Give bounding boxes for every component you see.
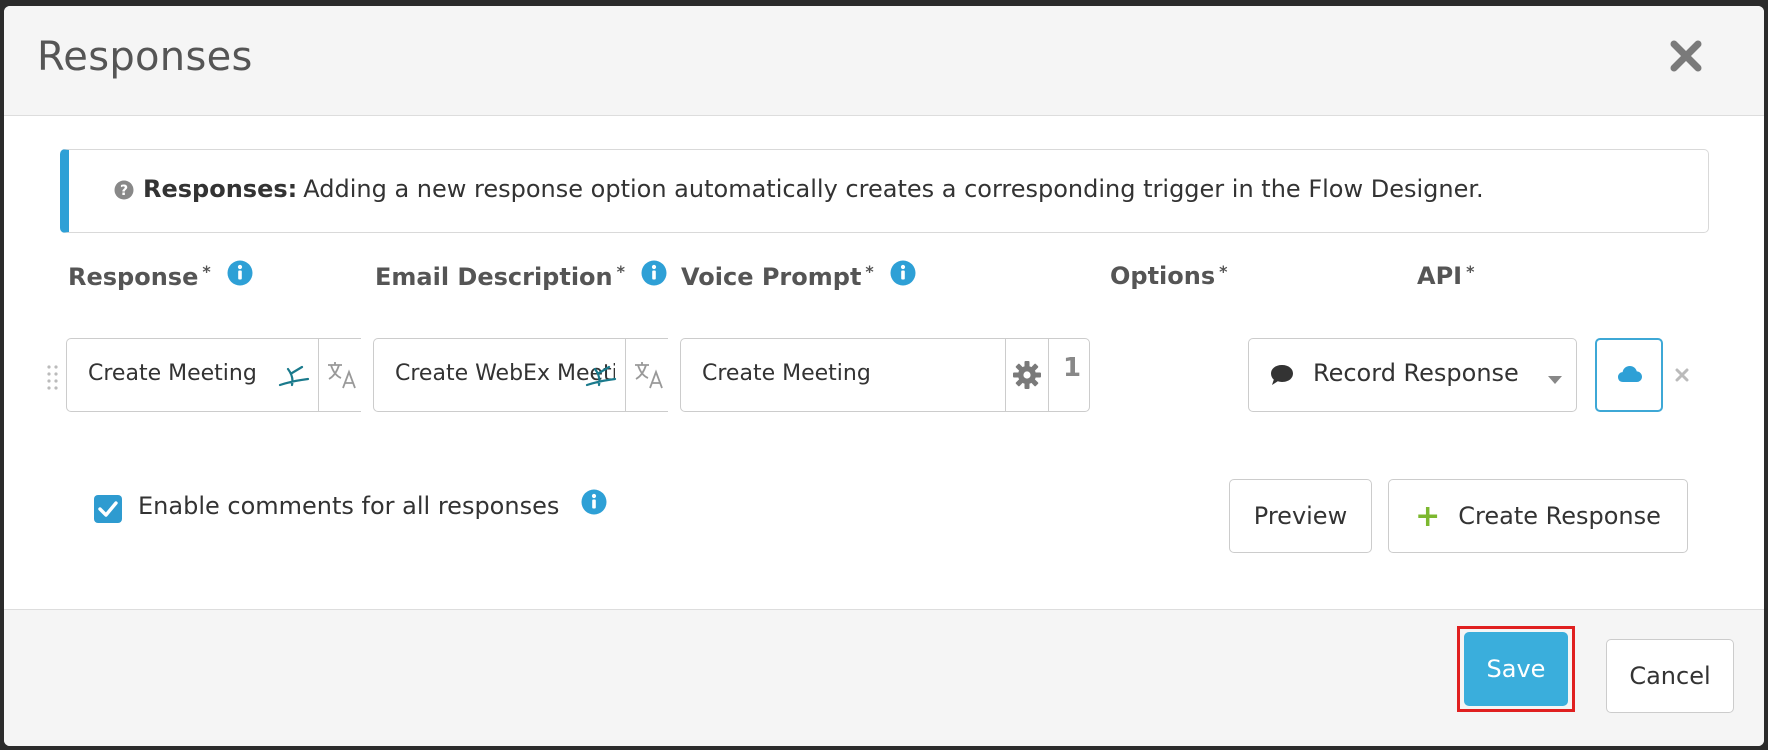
svg-text:?: ? (120, 183, 128, 199)
options-label: Options (1110, 262, 1216, 290)
spell-check-icon[interactable] (585, 361, 617, 393)
info-alert: ? Responses: Adding a new response option… (60, 149, 1709, 233)
alert-bold-label: Responses: (143, 175, 298, 203)
field-divider (625, 339, 626, 411)
info-icon[interactable] (890, 260, 916, 292)
required-asterisk: * (616, 262, 626, 281)
response-input[interactable]: Create Meeting (88, 361, 278, 386)
field-divider (318, 339, 319, 411)
create-response-button[interactable]: + Create Response (1388, 479, 1688, 553)
api-column-label: API * (1417, 262, 1474, 290)
info-icon[interactable] (641, 260, 667, 292)
plus-icon: + (1415, 498, 1441, 534)
email-description-column-label: Email Description * (375, 260, 667, 294)
caret-down-icon (1547, 370, 1563, 389)
required-asterisk: * (865, 262, 874, 281)
voice-count: 1 (1063, 353, 1082, 383)
cloud-icon (1617, 364, 1643, 388)
options-select[interactable]: Record Response (1248, 338, 1577, 412)
email-description-label: Email Description (375, 263, 613, 291)
email-description-field[interactable]: Create WebEx Meetir (373, 338, 668, 412)
api-button[interactable] (1595, 338, 1663, 412)
preview-button[interactable]: Preview (1229, 479, 1372, 553)
response-label: Response (68, 263, 199, 291)
required-asterisk: * (202, 262, 211, 281)
enable-comments-text: Enable comments for all responses (138, 492, 560, 520)
required-asterisk: * (1219, 262, 1228, 281)
drag-handle-icon[interactable] (46, 364, 60, 390)
preview-label: Preview (1253, 502, 1348, 530)
gear-icon[interactable] (1011, 359, 1043, 395)
question-circle-icon: ? (114, 180, 134, 204)
modal-title: Responses (37, 34, 253, 80)
response-column-label: Response * (68, 260, 253, 294)
spell-check-icon[interactable] (278, 361, 310, 393)
field-divider (1048, 339, 1049, 411)
voice-prompt-field[interactable]: Create Meeting 1 (680, 338, 1090, 412)
close-icon[interactable] (1666, 36, 1706, 76)
modal-header: Responses (4, 6, 1764, 116)
voice-prompt-input[interactable]: Create Meeting (702, 361, 1002, 386)
translate-icon[interactable] (633, 359, 665, 395)
modal-body: ? Responses: Adding a new response option… (4, 116, 1764, 609)
options-selected-value: Record Response (1313, 359, 1519, 387)
required-asterisk: * (1466, 262, 1475, 281)
alert-text: Responses: Adding a new response option a… (143, 175, 1484, 203)
voice-prompt-label: Voice Prompt (681, 263, 862, 291)
create-response-label: Create Response (1458, 502, 1661, 530)
save-button[interactable]: Save (1464, 632, 1568, 706)
email-description-input[interactable]: Create WebEx Meetir (395, 361, 615, 386)
api-label: API (1417, 262, 1463, 290)
enable-comments-checkbox[interactable] (94, 495, 122, 523)
cancel-label: Cancel (1629, 662, 1711, 690)
info-icon[interactable] (581, 489, 607, 521)
remove-row-icon[interactable] (1674, 367, 1690, 387)
options-column-label: Options * (1110, 262, 1228, 290)
comment-icon (1269, 363, 1295, 391)
translate-icon[interactable] (326, 359, 358, 395)
save-label: Save (1486, 655, 1546, 683)
enable-comments-label: Enable comments for all responses (138, 489, 607, 523)
alert-message: Adding a new response option automatical… (303, 175, 1484, 203)
cancel-button[interactable]: Cancel (1606, 639, 1734, 713)
info-icon[interactable] (227, 260, 253, 292)
response-field[interactable]: Create Meeting (66, 338, 361, 412)
voice-prompt-column-label: Voice Prompt * (681, 260, 916, 294)
field-divider (1005, 339, 1006, 411)
